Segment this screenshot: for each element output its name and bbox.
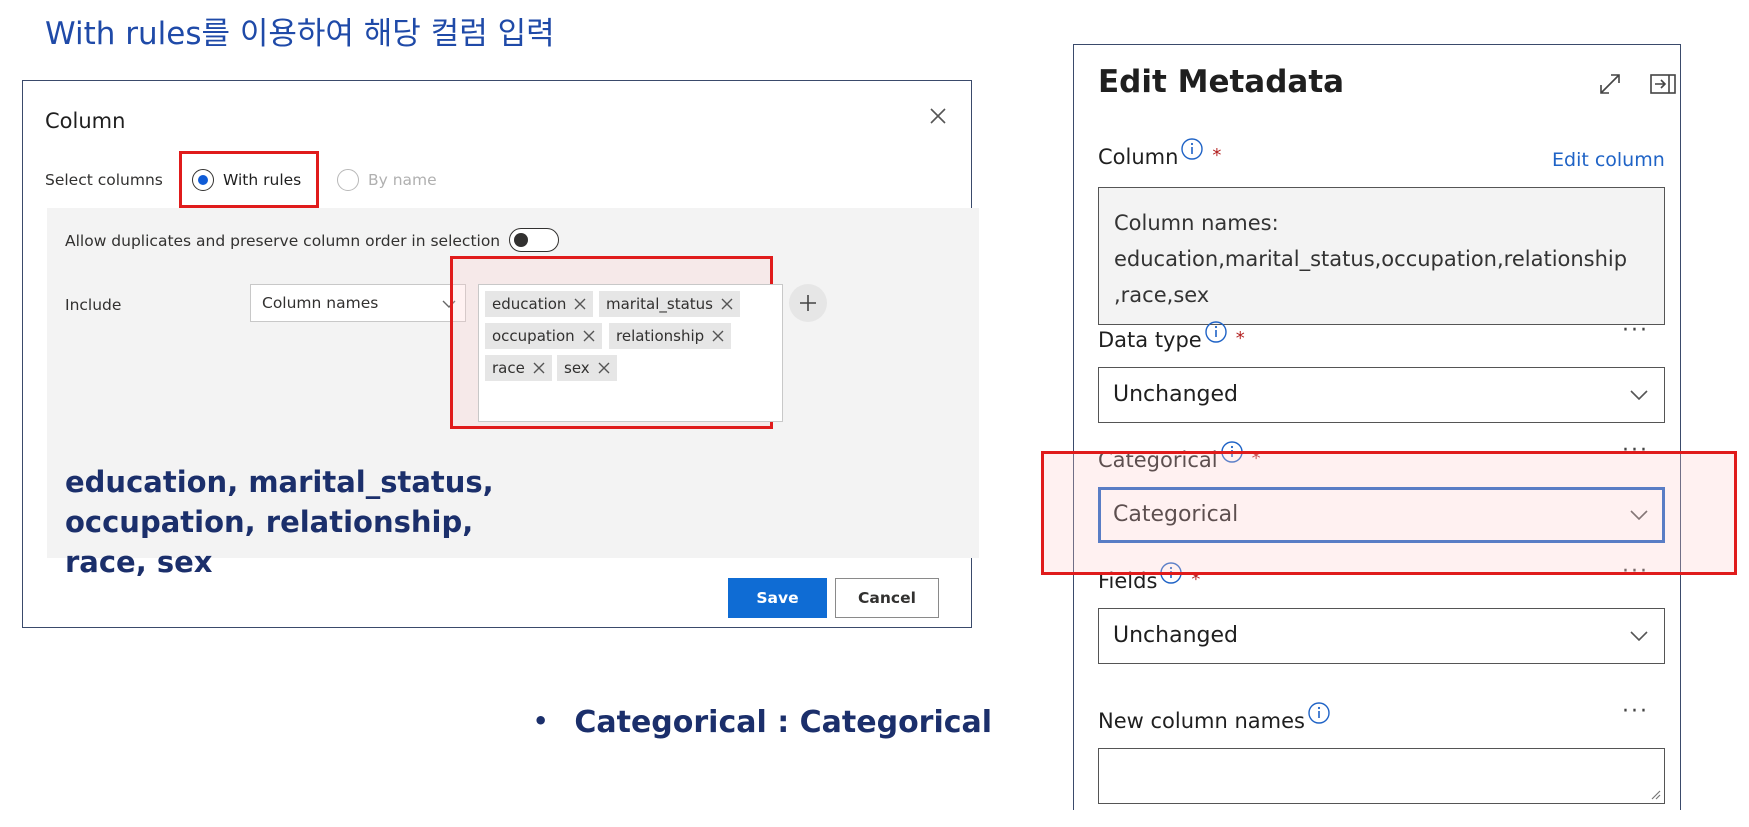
cancel-button[interactable]: Cancel [835, 578, 939, 618]
dialog-title: Column [45, 109, 126, 133]
data-type-value: Unchanged [1113, 382, 1238, 407]
annotation-line: race, sex [65, 545, 213, 579]
data-type-label-text: Data type [1098, 328, 1202, 352]
radio-by-name[interactable]: By name [337, 165, 437, 195]
tag-label: marital_status [606, 295, 713, 313]
edit-metadata-panel: Edit Metadata Column * Edit column Colum… [1073, 44, 1681, 810]
fields-value: Unchanged [1113, 623, 1238, 648]
include-label: Include [65, 296, 122, 314]
select-columns-label: Select columns [45, 171, 163, 189]
selected-columns-annotation: education, marital_status, occupation, r… [65, 462, 494, 582]
bullet-annotation: • Categorical : Categorical [533, 705, 992, 740]
tag-occupation: occupation [485, 323, 602, 349]
bullet-dot: • [533, 707, 549, 735]
radio-by-name-label: By name [368, 171, 437, 189]
tag-label: sex [564, 359, 590, 377]
remove-tag-icon[interactable] [573, 297, 587, 311]
tag-race: race [485, 355, 552, 381]
new-column-names-label-text: New column names [1098, 709, 1305, 733]
info-icon[interactable] [1180, 137, 1204, 161]
chevron-down-icon [1630, 631, 1648, 642]
close-icon[interactable] [925, 103, 951, 129]
tag-label: education [492, 295, 567, 313]
expand-icon[interactable] [1597, 71, 1623, 97]
add-rule-button[interactable] [789, 284, 827, 322]
remove-tag-icon[interactable] [720, 297, 734, 311]
column-label-text: Column [1098, 145, 1179, 169]
info-icon[interactable] [1307, 701, 1331, 725]
required-mark: * [1235, 328, 1245, 349]
remove-tag-icon[interactable] [597, 361, 611, 375]
slide-title: With rules를 이용하여 해당 컬럼 입력 [45, 16, 555, 52]
tag-label: relationship [616, 327, 705, 345]
column-names-line: Column names: [1114, 211, 1279, 235]
tag-relationship: relationship [609, 323, 732, 349]
new-column-names-label: New column names [1098, 702, 1331, 733]
include-select[interactable]: Column names [250, 284, 466, 322]
tag-marital-status: marital_status [599, 291, 740, 317]
column-names-line: ,race,sex [1114, 283, 1210, 307]
required-mark: * [1212, 145, 1222, 166]
remove-tag-icon[interactable] [582, 329, 596, 343]
column-label: Column * [1098, 138, 1222, 169]
data-type-label: Data type * [1098, 321, 1245, 352]
tag-label: race [492, 359, 525, 377]
allow-duplicates-toggle[interactable] [509, 228, 559, 252]
allow-duplicates-label: Allow duplicates and preserve column ord… [65, 232, 501, 250]
radio-unchecked-icon [337, 169, 359, 191]
highlight-box-with-rules [179, 151, 319, 208]
annotation-line: occupation, relationship, [65, 505, 474, 539]
remove-tag-icon[interactable] [532, 361, 546, 375]
column-names-line: education,marital_status,occupation,rela… [1114, 247, 1628, 271]
new-column-names-more-button[interactable]: ··· [1622, 699, 1649, 724]
tag-sex: sex [557, 355, 617, 381]
column-dialog: Column Select columns With rules By name… [22, 80, 979, 628]
tag-education: education [485, 291, 594, 317]
annotation-line: education, marital_status, [65, 465, 494, 499]
dock-panel-icon[interactable] [1649, 73, 1677, 95]
new-column-names-input[interactable] [1098, 748, 1665, 804]
tag-label: occupation [492, 327, 575, 345]
fields-dropdown[interactable]: Unchanged [1098, 608, 1665, 664]
chevron-down-icon [1630, 390, 1648, 401]
data-type-more-button[interactable]: ··· [1622, 318, 1649, 343]
bullet-label: Categorical : Categorical [574, 705, 993, 740]
plus-icon [800, 295, 816, 311]
resize-handle-icon[interactable] [1649, 788, 1661, 800]
save-button[interactable]: Save [728, 578, 827, 618]
info-icon[interactable] [1204, 320, 1228, 344]
include-select-value: Column names [262, 294, 379, 312]
remove-tag-icon[interactable] [711, 329, 725, 343]
data-type-dropdown[interactable]: Unchanged [1098, 367, 1665, 423]
edit-column-link[interactable]: Edit column [1552, 149, 1665, 171]
column-tags-input[interactable]: education marital_status occupation rela… [478, 284, 783, 422]
panel-title: Edit Metadata [1098, 64, 1345, 100]
highlight-box-categorical [1041, 451, 1737, 575]
column-names-box: Column names: education,marital_status,o… [1098, 187, 1665, 325]
